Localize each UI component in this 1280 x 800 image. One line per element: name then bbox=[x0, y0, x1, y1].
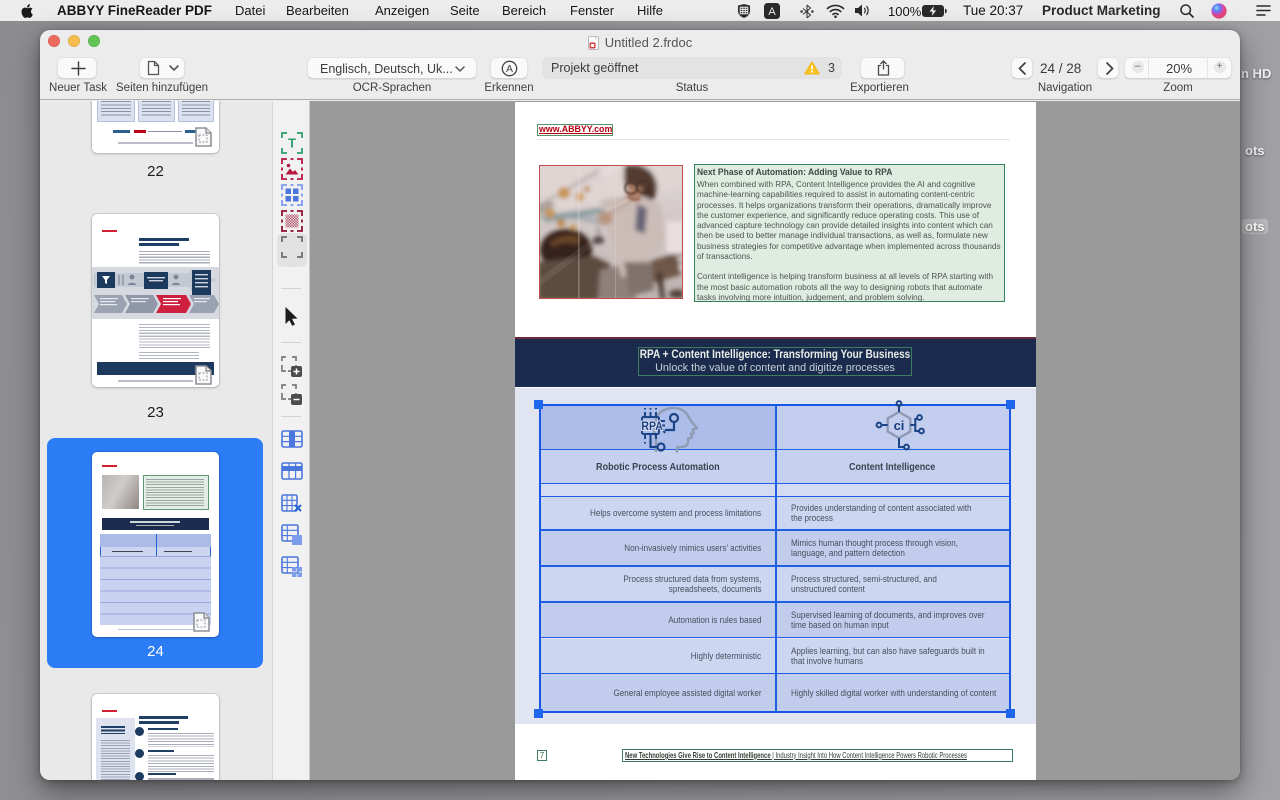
svg-text:T: T bbox=[288, 136, 296, 151]
svg-text:A: A bbox=[768, 6, 776, 18]
svg-text:RPA: RPA bbox=[641, 420, 663, 433]
svg-text:ci: ci bbox=[893, 418, 904, 433]
svg-text:A: A bbox=[506, 63, 513, 75]
